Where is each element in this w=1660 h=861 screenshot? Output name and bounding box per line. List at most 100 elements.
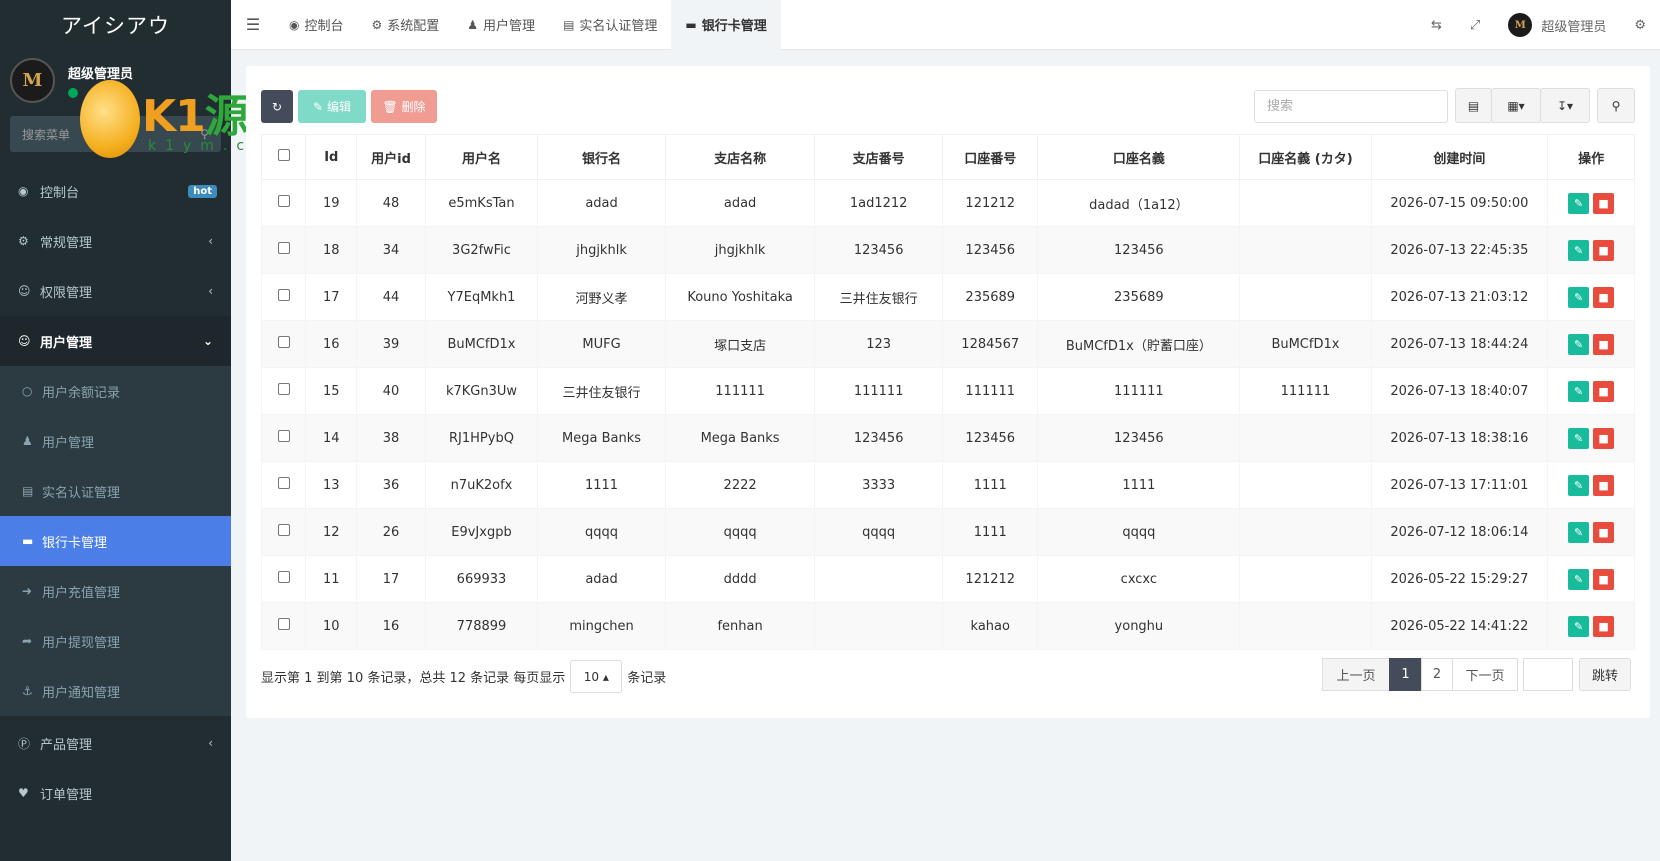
select-all-checkbox[interactable] <box>277 149 290 161</box>
row-checkbox[interactable] <box>277 477 290 489</box>
row-edit-button[interactable]: ✎ <box>1568 286 1590 308</box>
page-size-value: 10 <box>583 669 599 684</box>
page-2-button[interactable]: 2 <box>1421 658 1453 691</box>
sidebar-subitem-balance[interactable]: ○ 用户余额记录 <box>0 366 231 416</box>
delete-button[interactable]: 🗑 删除 <box>371 90 437 123</box>
row-select-cell[interactable] <box>260 461 307 509</box>
columns-button[interactable]: ▦ ▾ <box>1491 88 1541 123</box>
row-edit-button[interactable]: ✎ <box>1568 192 1590 214</box>
col-header[interactable]: Id <box>305 134 358 180</box>
row-edit-button[interactable]: ✎ <box>1568 333 1590 355</box>
tab-bankcard[interactable]: ▬ 银行卡管理 <box>671 0 781 50</box>
search-icon[interactable]: ⚲ <box>200 127 209 141</box>
row-checkbox[interactable] <box>277 524 290 536</box>
table-cell: Y7EqMkh1 <box>424 273 539 321</box>
row-checkbox[interactable] <box>277 242 290 254</box>
col-header[interactable]: 支店名称 <box>665 134 816 180</box>
row-checkbox[interactable] <box>277 430 290 442</box>
pencil-icon: ✎ <box>313 99 324 114</box>
row-checkbox[interactable] <box>277 195 290 207</box>
row-select-cell[interactable] <box>260 508 307 556</box>
refresh-button[interactable]: ↻ <box>261 90 293 123</box>
page-size-select[interactable]: 10 ▴ <box>570 660 623 693</box>
fullscreen-icon[interactable]: ⤢ <box>1456 18 1494 33</box>
row-edit-button[interactable]: ✎ <box>1568 474 1590 496</box>
row-delete-button[interactable]: ■ <box>1593 380 1615 402</box>
sidebar-item-orders[interactable]: ♥ 订单管理 <box>0 768 231 818</box>
row-delete-button[interactable]: ■ <box>1593 427 1615 449</box>
cogs-icon: ⚙ <box>18 234 29 248</box>
row-edit-button[interactable]: ✎ <box>1568 427 1590 449</box>
pagination-suffix: 条记录 <box>627 671 667 686</box>
col-header[interactable]: 支店番号 <box>814 134 944 180</box>
row-checkbox[interactable] <box>277 336 290 348</box>
sidebar-subitem-verification[interactable]: ▤ 实名认证管理 <box>0 466 231 516</box>
row-select-cell[interactable] <box>260 602 307 650</box>
row-select-cell[interactable] <box>260 555 307 603</box>
row-delete-button[interactable]: ■ <box>1593 192 1615 214</box>
tab-verification[interactable]: ▤ 实名认证管理 <box>549 0 671 50</box>
select-all-cell[interactable] <box>260 134 307 180</box>
row-delete-button[interactable]: ■ <box>1593 615 1615 637</box>
sidebar-item-users[interactable]: ☺ 用户管理 ⌄ <box>0 316 231 366</box>
col-header[interactable]: 口座名義 (カタ) <box>1239 134 1372 180</box>
col-header[interactable]: 银行名 <box>537 134 667 180</box>
row-actions: ✎ ■ <box>1547 226 1635 274</box>
sidebar-item-dashboard[interactable]: ◉ 控制台 hot <box>0 166 231 216</box>
col-header[interactable]: 用户id <box>356 134 426 180</box>
row-select-cell[interactable] <box>260 273 307 321</box>
table-cell: 111111 <box>942 367 1039 415</box>
col-header[interactable]: 口座名義 <box>1037 134 1241 180</box>
edit-button[interactable]: ✎ 编辑 <box>298 90 366 123</box>
jump-button[interactable]: 跳转 <box>1579 658 1631 691</box>
brand-title[interactable]: アイシアウ <box>0 0 231 50</box>
row-select-cell[interactable] <box>260 320 307 368</box>
page-1-button[interactable]: 1 <box>1389 658 1422 691</box>
row-checkbox[interactable] <box>277 618 290 630</box>
row-delete-button[interactable]: ■ <box>1593 474 1615 496</box>
sidebar-item-general[interactable]: ⚙ 常规管理 ‹ <box>0 216 231 266</box>
row-delete-button[interactable]: ■ <box>1593 521 1615 543</box>
jump-page-input[interactable] <box>1523 658 1573 691</box>
tab-system-config[interactable]: ⚙ 系统配置 <box>358 0 454 50</box>
col-header[interactable]: 用户名 <box>424 134 539 180</box>
row-select-cell[interactable] <box>260 367 307 415</box>
col-header[interactable]: 口座番号 <box>942 134 1039 180</box>
sidebar-subitem-users[interactable]: ♟ 用户管理 <box>0 416 231 466</box>
row-edit-button[interactable]: ✎ <box>1568 239 1590 261</box>
row-select-cell[interactable] <box>260 414 307 462</box>
row-delete-button[interactable]: ■ <box>1593 568 1615 590</box>
row-edit-button[interactable]: ✎ <box>1568 568 1590 590</box>
sidebar-subitem-bankcard[interactable]: ▬ 银行卡管理 <box>0 516 231 566</box>
sidebar-subitem-withdraw[interactable]: ➦ 用户提现管理 <box>0 616 231 666</box>
cogs-icon[interactable]: ⚙ <box>1620 18 1660 33</box>
row-select-cell[interactable] <box>260 179 307 227</box>
search-input[interactable] <box>1254 90 1448 123</box>
row-delete-button[interactable]: ■ <box>1593 286 1615 308</box>
sidebar-subitem-notice[interactable]: ⚓ 用户通知管理 <box>0 666 231 716</box>
sidebar-item-products[interactable]: Ⓟ 产品管理 ‹ <box>0 718 231 768</box>
row-checkbox[interactable] <box>277 571 290 583</box>
translate-icon[interactable]: ⇆ <box>1417 18 1456 33</box>
row-edit-button[interactable]: ✎ <box>1568 521 1590 543</box>
sidebar-subitem-recharge[interactable]: ➜ 用户充值管理 <box>0 566 231 616</box>
search-toggle-button[interactable]: ⚲ <box>1597 88 1635 123</box>
toggle-view-button[interactable]: ▤ <box>1455 88 1492 123</box>
admin-menu[interactable]: M 超级管理员 <box>1494 13 1620 37</box>
tab-dashboard[interactable]: ◉ 控制台 <box>275 0 358 50</box>
col-header[interactable]: 创建时间 <box>1370 134 1549 180</box>
next-page-button[interactable]: 下一页 <box>1452 658 1518 691</box>
menu-search-input[interactable]: 搜索菜单 ⚲ <box>10 116 221 152</box>
row-delete-button[interactable]: ■ <box>1593 333 1615 355</box>
hamburger-icon[interactable]: ☰ <box>231 15 275 34</box>
row-select-cell[interactable] <box>260 226 307 274</box>
row-edit-button[interactable]: ✎ <box>1568 380 1590 402</box>
row-checkbox[interactable] <box>277 383 290 395</box>
prev-page-button[interactable]: 上一页 <box>1322 658 1390 691</box>
export-button[interactable]: ↧ ▾ <box>1540 88 1590 123</box>
tab-users[interactable]: ♟ 用户管理 <box>453 0 549 50</box>
row-edit-button[interactable]: ✎ <box>1568 615 1590 637</box>
row-checkbox[interactable] <box>277 289 290 301</box>
row-delete-button[interactable]: ■ <box>1593 239 1615 261</box>
sidebar-item-permission[interactable]: ☺ 权限管理 ‹ <box>0 266 231 316</box>
